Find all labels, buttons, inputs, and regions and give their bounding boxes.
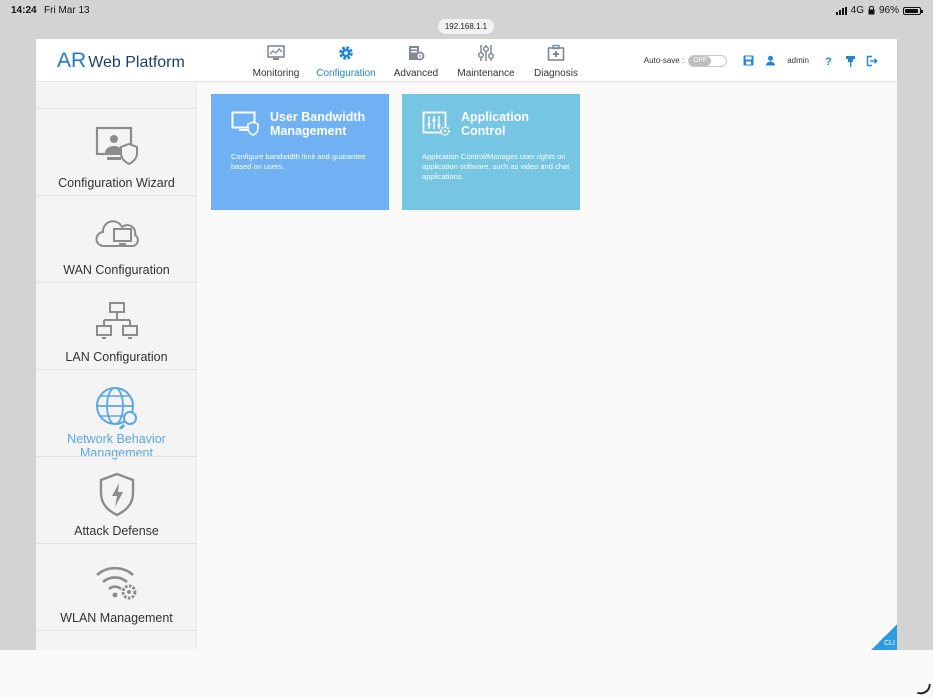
logo-ar: AR — [57, 49, 87, 72]
card-application-control[interactable]: Application Control Application Control/… — [402, 94, 580, 210]
app-control-icon — [422, 111, 450, 136]
autosave-label: Auto-save : — [643, 56, 685, 65]
battery-percent: 96% — [878, 5, 899, 16]
wifi-gear-icon — [94, 559, 140, 605]
card-description: Configure bandwidth limit and guarantee … — [231, 152, 366, 171]
username[interactable]: admin — [787, 56, 809, 65]
logo: AR Web Platform — [57, 49, 185, 73]
sidebar: Configuration Wizard WAN Configuration L… — [36, 82, 197, 650]
help-icon[interactable]: ? — [822, 55, 834, 67]
sidebar-item-label: Configuration Wizard — [58, 176, 175, 190]
svg-text:?: ? — [825, 56, 832, 67]
nav-diagnosis[interactable]: Diagnosis — [521, 43, 591, 79]
autosave-toggle[interactable]: OFF — [688, 54, 728, 67]
ar-web-platform: AR Web Platform Monitoring Configuration… — [36, 39, 897, 650]
nav-configuration[interactable]: Configuration — [311, 43, 381, 79]
battery-icon — [903, 6, 923, 15]
nav-maintenance[interactable]: Maintenance — [451, 43, 521, 79]
header-tools: Auto-save : OFF admin ? — [644, 39, 883, 82]
autosave-state: OFF — [689, 55, 712, 66]
pin-icon[interactable] — [844, 55, 856, 67]
logout-icon[interactable] — [866, 55, 878, 67]
signal-icon — [835, 6, 847, 15]
sidebar-item-wlan-management[interactable]: WLAN Management — [36, 543, 197, 630]
lock-rotation-icon — [868, 6, 875, 15]
globe-wrench-icon — [94, 385, 140, 429]
advanced-icon — [409, 46, 425, 61]
sidebar-item-configuration-wizard[interactable]: Configuration Wizard — [36, 108, 197, 195]
nav-advanced[interactable]: Advanced — [381, 43, 451, 79]
card-user-bandwidth-management[interactable]: User Bandwidth Management Configure band… — [211, 94, 389, 210]
card-title: User Bandwidth Management — [270, 110, 366, 138]
save-icon[interactable] — [742, 55, 754, 67]
nav-configuration-label: Configuration — [316, 68, 376, 79]
cli-button[interactable]: CLI — [871, 624, 897, 650]
network-type: 4G — [850, 5, 864, 16]
nav-maintenance-label: Maintenance — [457, 68, 515, 79]
medkit-icon — [547, 44, 565, 61]
gear-icon — [339, 46, 353, 60]
status-indicators: 4G 96% — [835, 5, 923, 16]
sidebar-item-label: LAN Configuration — [65, 350, 168, 364]
sidebar-item-label: WLAN Management — [60, 611, 173, 625]
monitoring-icon — [267, 45, 285, 60]
url-bar[interactable]: 192.168.1.1 — [438, 19, 494, 34]
user-icon[interactable] — [764, 55, 776, 67]
nav-advanced-label: Advanced — [393, 68, 439, 79]
card-description: Application Control/Manages user rights … — [422, 152, 570, 181]
logo-text: Web Platform — [88, 54, 185, 71]
monitor-shield-icon — [231, 111, 259, 136]
top-header: AR Web Platform Monitoring Configuration… — [36, 39, 897, 82]
sliders-icon — [477, 45, 495, 61]
status-time: 14:24 — [11, 5, 37, 16]
sidebar-item-label: WAN Configuration — [63, 263, 170, 277]
sidebar-item-label: Attack Defense — [74, 524, 159, 538]
bottom-safe-area — [0, 650, 933, 699]
cloud-monitor-icon — [94, 211, 140, 257]
sidebar-item-attack-defense[interactable]: Attack Defense — [36, 456, 197, 543]
status-date: Fri Mar 13 — [44, 5, 90, 16]
sidebar-item-wan-configuration[interactable]: WAN Configuration — [36, 195, 197, 282]
shield-bolt-icon — [94, 472, 140, 518]
nav-diagnosis-label: Diagnosis — [534, 68, 578, 79]
monitor-shield-icon — [94, 124, 140, 170]
sidebar-item-network-behavior-management[interactable]: Network Behavior Management — [36, 369, 197, 460]
cli-label: CLI — [884, 640, 895, 647]
lan-topology-icon — [94, 298, 140, 344]
nav-monitoring[interactable]: Monitoring — [241, 43, 311, 79]
sidebar-divider — [36, 630, 197, 631]
nav-monitoring-label: Monitoring — [252, 68, 300, 79]
sidebar-item-lan-configuration[interactable]: LAN Configuration — [36, 282, 197, 369]
main-nav: Monitoring Configuration Advanced Mainte… — [241, 43, 591, 79]
card-title: Application Control — [461, 110, 530, 138]
